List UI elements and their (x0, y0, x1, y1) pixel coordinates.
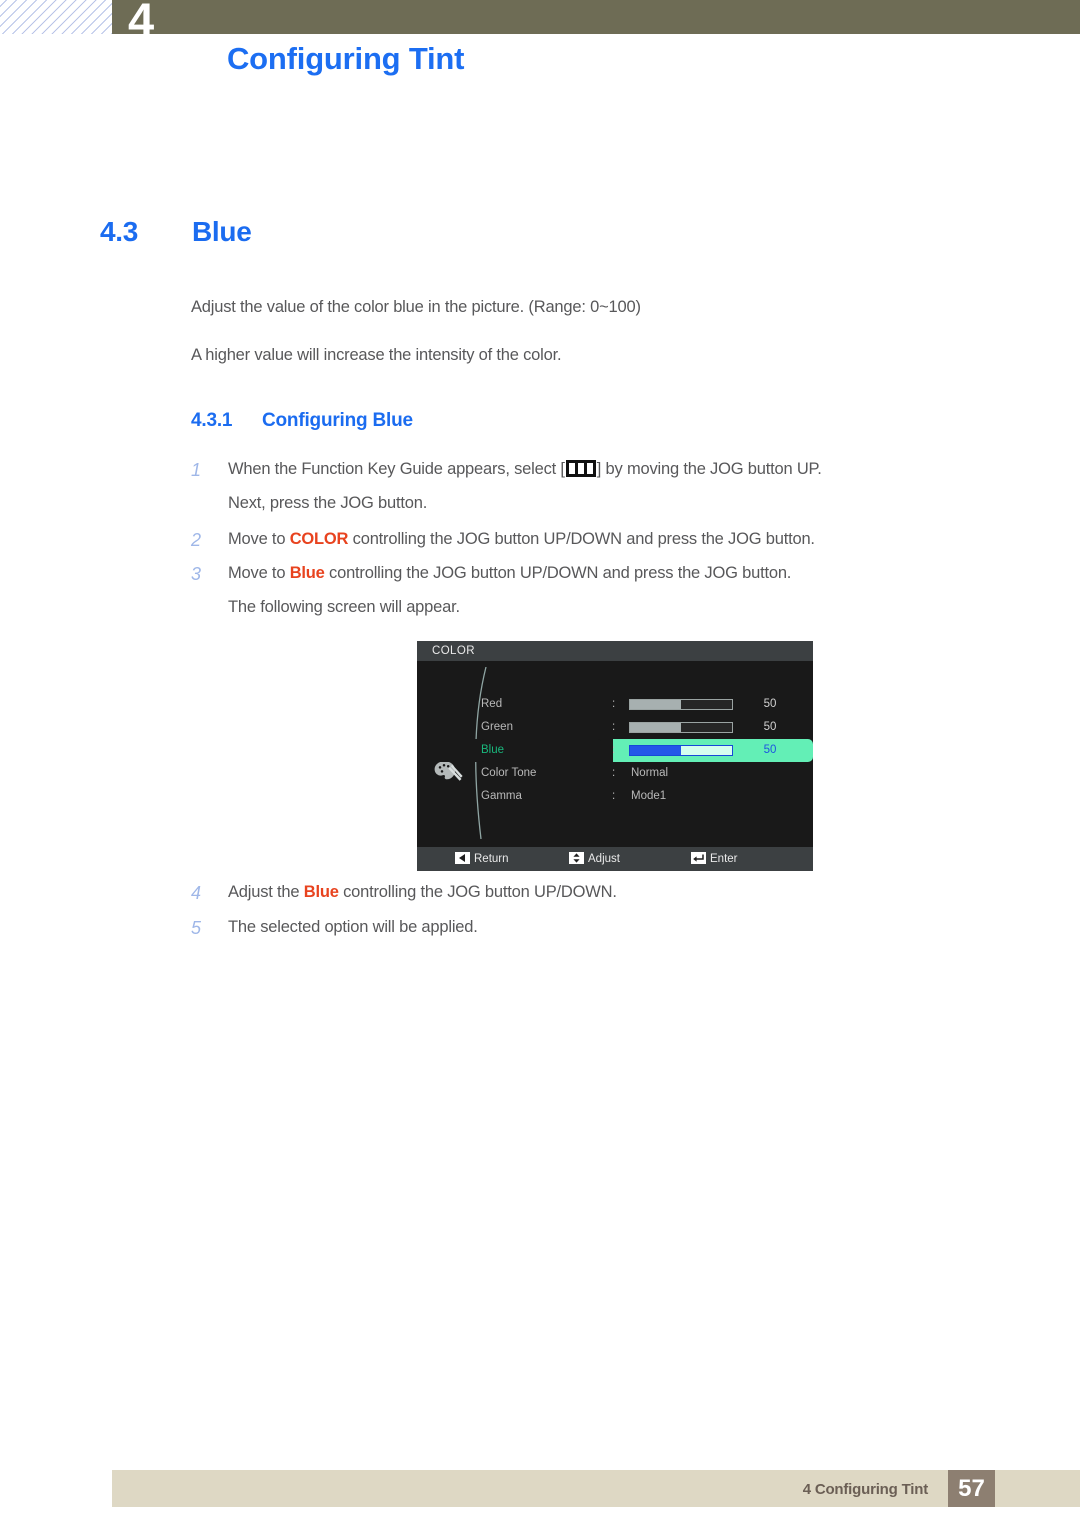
step-1-text: When the Function Key Guide appears, sel… (228, 460, 951, 479)
step-3-subtext: The following screen will appear. (228, 598, 460, 616)
palette-icon (433, 759, 463, 785)
step-3-keyword: Blue (289, 564, 325, 582)
osd-value-color-tone: Normal (631, 767, 669, 779)
osd-row-red[interactable]: Red : 50 (481, 693, 813, 716)
section-number: 4.3 (100, 216, 139, 247)
osd-slider-blue[interactable] (629, 745, 733, 756)
enter-arrow-icon (691, 852, 706, 864)
osd-label-green: Green (481, 721, 513, 733)
osd-hint-adjust-label: Adjust (588, 853, 620, 865)
osd-colon: : (612, 698, 616, 710)
decorative-hatch-pattern (0, 0, 112, 34)
osd-label-color-tone: Color Tone (481, 767, 537, 779)
step-number: 5 (191, 918, 201, 938)
page-title: Configuring Tint (227, 41, 465, 76)
osd-value-blue: 50 (763, 744, 777, 756)
osd-colon: : (612, 744, 616, 756)
osd-hint-return-label: Return (474, 853, 509, 865)
step-4: 4 Adjust the Blue controlling the JOG bu… (191, 883, 951, 903)
osd-row-green[interactable]: Green : 50 (481, 716, 813, 739)
step-number: 2 (191, 530, 201, 550)
step-1-subtext: Next, press the JOG button. (228, 494, 428, 512)
osd-hint-return[interactable]: Return (455, 847, 509, 871)
step-number: 3 (191, 564, 201, 584)
osd-value-green: 50 (763, 721, 777, 733)
intro-paragraph-2: A higher value will increase the intensi… (191, 346, 562, 364)
osd-label-gamma: Gamma (481, 790, 522, 802)
step-3-text-after: controlling the JOG button UP/DOWN and p… (324, 564, 792, 582)
step-number: 1 (191, 460, 201, 480)
chapter-number: 4 (128, 0, 154, 46)
step-3-text-before: Move to (228, 564, 290, 582)
osd-label-red: Red (481, 698, 503, 710)
osd-hint-enter[interactable]: Enter (691, 847, 738, 871)
step-2-text-after: controlling the JOG button UP/DOWN and p… (348, 530, 815, 548)
intro-paragraph-1: Adjust the value of the color blue in th… (191, 298, 641, 316)
osd-row-list: Red : 50 Green : 50 Blue : 50 Color Tone… (417, 693, 813, 808)
osd-colon: : (612, 767, 616, 779)
osd-hint-adjust[interactable]: Adjust (569, 847, 620, 871)
step-4-keyword: Blue (303, 883, 339, 901)
osd-value-gamma: Mode1 (631, 790, 667, 802)
osd-body: Red : 50 Green : 50 Blue : 50 Color Tone… (417, 661, 813, 847)
step-4-text: Adjust the Blue controlling the JOG butt… (228, 883, 951, 902)
step-number: 4 (191, 883, 201, 903)
osd-slider-red[interactable] (629, 699, 733, 710)
step-1-text-after: ] by moving the JOG button UP. (596, 460, 822, 478)
up-down-arrow-icon (569, 852, 584, 864)
osd-menu-screenshot: COLOR Red : 50 Green: 50 Blue: 50 Colo… (417, 641, 813, 871)
step-2: 2 Move to COLOR controlling the JOG butt… (191, 530, 951, 550)
osd-row-gamma[interactable]: Gamma : Mode1 (481, 785, 813, 808)
step-2-text: Move to COLOR controlling the JOG button… (228, 530, 951, 549)
step-4-text-before: Adjust the (228, 883, 304, 901)
footer-chapter-label: 4 Configuring Tint (802, 1481, 928, 1498)
page-footer-band (112, 1470, 1080, 1507)
osd-hint-enter-label: Enter (710, 853, 738, 865)
subsection-number: 4.3.1 (191, 410, 233, 431)
osd-colon: : (612, 790, 616, 802)
step-4-text-after: controlling the JOG button UP/DOWN. (338, 883, 617, 901)
step-5-text: The selected option will be applied. (228, 918, 478, 936)
function-key-guide-icon (565, 460, 596, 477)
section-heading: 4.3 Blue (100, 216, 252, 248)
step-1: 1 When the Function Key Guide appears, s… (191, 460, 951, 513)
step-5: 5 The selected option will be applied. (191, 918, 951, 938)
chapter-header-bar (112, 0, 1080, 34)
osd-colon: : (612, 721, 616, 733)
subsection-heading: 4.3.1 Configuring Blue (191, 410, 413, 432)
step-1-text-before: When the Function Key Guide appears, sel… (228, 460, 565, 478)
step-3-text: Move to Blue controlling the JOG button … (228, 564, 951, 583)
osd-slider-green[interactable] (629, 722, 733, 733)
osd-label-blue: Blue (481, 739, 601, 762)
osd-value-red: 50 (763, 698, 777, 710)
step-2-keyword: COLOR (289, 530, 349, 548)
step-3: 3 Move to Blue controlling the JOG butto… (191, 564, 951, 617)
osd-title-bar: COLOR (417, 641, 813, 661)
left-arrow-icon (455, 852, 470, 864)
section-title: Blue (192, 216, 252, 247)
subsection-title: Configuring Blue (262, 410, 413, 431)
osd-row-blue-selected[interactable]: Blue : 50 (417, 739, 813, 762)
osd-footer-bar: Return Adjust Enter (417, 847, 813, 871)
page-number-badge: 57 (948, 1470, 995, 1507)
osd-row-color-tone[interactable]: Color Tone : Normal (481, 762, 813, 785)
step-2-text-before: Move to (228, 530, 290, 548)
